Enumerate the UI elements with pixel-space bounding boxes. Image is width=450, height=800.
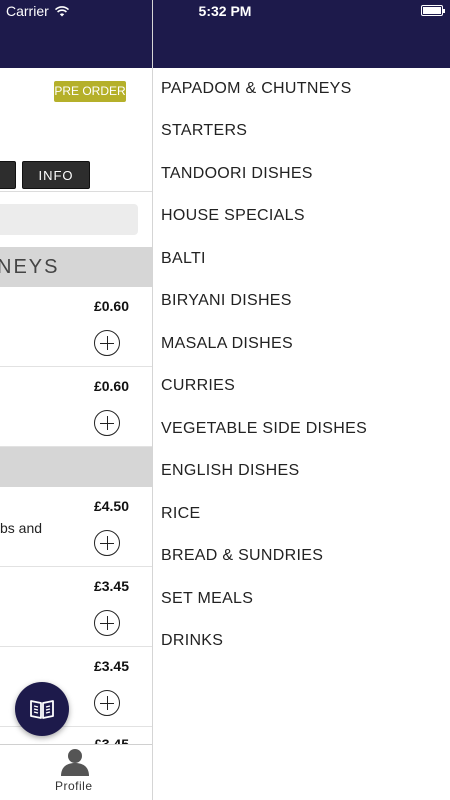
- preorder-badge[interactable]: PRE ORDER: [54, 81, 126, 102]
- tab-previous[interactable]: [0, 161, 16, 189]
- tab-info[interactable]: INFO: [22, 161, 90, 189]
- profile-label[interactable]: Profile: [55, 779, 93, 793]
- menu-book-button[interactable]: [15, 682, 69, 736]
- menu-item-balti[interactable]: BALTI: [161, 250, 206, 268]
- item-price: £0.60: [93, 298, 129, 314]
- add-icon[interactable]: [94, 410, 120, 436]
- menu-item-house-specials[interactable]: HOUSE SPECIALS: [161, 207, 305, 225]
- battery-icon: [421, 5, 445, 16]
- list-item[interactable]: £0.60: [0, 287, 152, 367]
- item-price: £4.50: [93, 498, 129, 514]
- item-description: bs and: [0, 520, 43, 536]
- list-item[interactable]: £4.50 bs and: [0, 487, 152, 567]
- add-icon[interactable]: [94, 690, 120, 716]
- item-price: £3.45: [93, 658, 129, 674]
- list-item[interactable]: £0.60: [0, 367, 152, 447]
- menu-item-biryani[interactable]: BIRYANI DISHES: [161, 292, 292, 310]
- book-icon: [30, 700, 54, 719]
- add-icon[interactable]: [94, 610, 120, 636]
- add-icon[interactable]: [94, 330, 120, 356]
- menu-item-bread[interactable]: BREAD & SUNDRIES: [161, 547, 323, 565]
- list-item[interactable]: £3.45: [0, 567, 152, 647]
- section-header: [0, 447, 152, 487]
- menu-item-starters[interactable]: STARTERS: [161, 122, 247, 140]
- profile-icon[interactable]: [60, 748, 90, 776]
- status-bar: Carrier 5:32 PM: [0, 0, 450, 22]
- menu-item-drinks[interactable]: DRINKS: [161, 632, 223, 650]
- item-price: £0.60: [93, 378, 129, 394]
- menu-item-tandoori[interactable]: TANDOORI DISHES: [161, 165, 313, 183]
- divider: [0, 191, 152, 192]
- menu-item-set-meals[interactable]: SET MEALS: [161, 590, 253, 608]
- category-menu: PAPADOM & CHUTNEYS STARTERS TANDOORI DIS…: [153, 68, 450, 800]
- menu-item-english[interactable]: ENGLISH DISHES: [161, 462, 299, 480]
- tab-bar: Profile: [0, 744, 152, 800]
- menu-item-rice[interactable]: RICE: [161, 505, 200, 523]
- section-header: NEYS: [0, 247, 152, 287]
- item-price: £3.45: [93, 578, 129, 594]
- search-input[interactable]: [0, 204, 138, 235]
- add-icon[interactable]: [94, 530, 120, 556]
- menu-item-vegetable-sides[interactable]: VEGETABLE SIDE DISHES: [161, 420, 367, 438]
- menu-item-masala[interactable]: MASALA DISHES: [161, 335, 293, 353]
- section-header-label: NEYS: [0, 256, 60, 278]
- menu-item-papadom[interactable]: PAPADOM & CHUTNEYS: [161, 80, 352, 98]
- menu-item-curries[interactable]: CURRIES: [161, 377, 235, 395]
- status-time: 5:32 PM: [198, 3, 252, 19]
